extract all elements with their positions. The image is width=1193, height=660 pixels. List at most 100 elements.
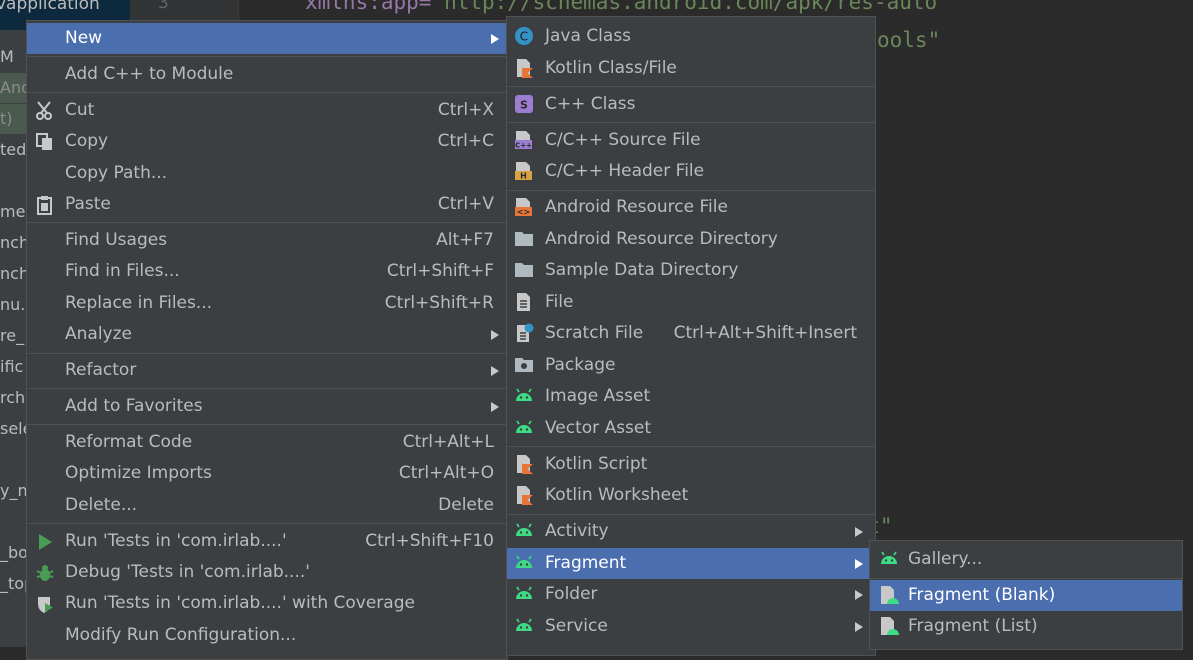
menu-item-label: Sample Data Directory <box>545 260 739 280</box>
menu-item-label: Modify Run Configuration... <box>65 624 297 645</box>
menu-item-label: Copy <box>65 131 109 152</box>
code-string: "http://schemas.android.com/apk/res-auto… <box>431 0 950 14</box>
menu-item-run-tests-in-com-irlab[interactable]: Run 'Tests in 'com.irlab....' Ctrl+Shift+… <box>27 526 507 557</box>
resource-file-icon: <> <box>514 197 534 217</box>
menu-item-label: Kotlin Script <box>545 453 648 474</box>
menu-separator <box>870 577 1182 579</box>
menu-item-label: C/C++ Header File <box>545 161 705 181</box>
submenu-arrow-icon <box>491 34 499 44</box>
kotlin-file-icon <box>514 58 534 78</box>
menu-item-label: New <box>65 28 103 48</box>
menu-item-shortcut: Ctrl+Shift+F10 <box>365 530 494 551</box>
menu-item-modify-run-configuration[interactable]: Modify Run Configuration... <box>27 620 507 651</box>
new-item-package[interactable]: Package <box>507 350 875 381</box>
menu-separator <box>507 122 875 123</box>
debug-icon <box>35 563 55 583</box>
android-icon <box>514 386 534 406</box>
submenu-arrow-icon <box>491 401 499 412</box>
android-icon <box>514 584 534 604</box>
new-item-service[interactable]: Service <box>507 611 875 642</box>
menu-item-copy[interactable]: Copy Ctrl+C <box>27 126 507 157</box>
menu-item-find-usages[interactable]: Find Usages Alt+F7 <box>27 225 507 256</box>
menu-item-shortcut: Ctrl+Shift+R <box>384 292 494 313</box>
menu-item-cut[interactable]: Cut Ctrl+X <box>27 95 507 126</box>
menu-item-optimize-imports[interactable]: Optimize Imports Ctrl+Alt+O <box>27 458 507 489</box>
cpp-header-icon: H <box>514 161 534 181</box>
menu-item-label: Copy Path... <box>65 162 168 183</box>
menu-separator <box>507 189 875 191</box>
menu-item-label: Fragment <box>545 552 627 573</box>
new-item-android-resource-directory[interactable]: Android Resource Directory <box>507 224 875 255</box>
svg-text:<>: <> <box>517 208 530 217</box>
menu-item-paste[interactable]: Paste Ctrl+V <box>27 189 507 220</box>
menu-item-analyze[interactable]: Analyze <box>27 319 507 350</box>
new-item-activity[interactable]: Activity <box>507 516 875 547</box>
menu-item-label: Refactor <box>65 360 137 380</box>
menu-item-add-to-favorites[interactable]: Add to Favorites <box>27 391 507 422</box>
svg-text:H: H <box>520 172 527 181</box>
menu-item-refactor[interactable]: Refactor <box>27 355 507 386</box>
new-item-fragment[interactable]: Fragment <box>507 547 875 579</box>
new-item-scratch-file[interactable]: Scratch File Ctrl+Alt+Shift+Insert <box>507 318 875 349</box>
menu-item-label: Android Resource Directory <box>545 228 778 249</box>
new-item-kotlin-worksheet[interactable]: Kotlin Worksheet <box>507 480 875 511</box>
context-menu: New Add C++ to Module Cut Ctrl+X Copy Ctrl+C C… <box>26 20 508 660</box>
menu-item-label: Kotlin Worksheet <box>545 485 689 505</box>
menu-separator <box>507 86 875 87</box>
new-item-sample-data-directory[interactable]: Sample Data Directory <box>507 255 875 286</box>
menu-item-label: Find in Files... <box>65 261 180 282</box>
new-item-kotlin-class-file[interactable]: Kotlin Class/File <box>507 53 875 84</box>
menu-item-label: Service <box>545 615 608 636</box>
submenu-arrow-icon <box>855 558 863 569</box>
fragment-item-gallery[interactable]: Gallery... <box>870 544 1182 575</box>
new-item-vector-asset[interactable]: Vector Asset <box>507 413 875 444</box>
menu-item-find-in-files[interactable]: Find in Files... Ctrl+Shift+F <box>27 256 507 287</box>
new-item-folder[interactable]: Folder <box>507 579 875 610</box>
menu-item-label: Android Resource File <box>545 197 728 217</box>
menu-item-label: Image Asset <box>545 386 651 406</box>
menu-item-label: Fragment (List) <box>908 616 1038 636</box>
fragment-submenu: Gallery... Fragment (Blank) Fragment (List… <box>869 540 1183 650</box>
menu-item-reformat-code[interactable]: Reformat Code Ctrl+Alt+L <box>27 427 507 458</box>
project-row-label: vapplication <box>0 0 100 14</box>
fragment-item-fragment-blank[interactable]: Fragment (Blank) <box>870 579 1182 611</box>
menu-item-label: Paste <box>65 194 111 214</box>
copy-icon <box>35 132 55 152</box>
code-attribute: xmlns:app= <box>305 0 432 14</box>
svg-text:S: S <box>520 98 528 111</box>
new-item-c-class[interactable]: S C++ Class <box>507 89 875 120</box>
new-item-c-c-source-file[interactable]: C++ C/C++ Source File <box>507 125 875 156</box>
menu-item-run-tests-in-com-irlab-with-coverage[interactable]: Run 'Tests in 'com.irlab....' with Cover… <box>27 588 507 619</box>
menu-item-shortcut: Ctrl+V <box>437 194 494 214</box>
new-item-file[interactable]: File <box>507 287 875 318</box>
new-item-c-c-header-file[interactable]: H C/C++ Header File <box>507 156 875 187</box>
menu-separator <box>27 388 507 390</box>
code-line: xmlns:app="http://schemas.android.com/ap… <box>305 0 950 14</box>
menu-item-replace-in-files[interactable]: Replace in Files... Ctrl+Shift+R <box>27 288 507 319</box>
menu-item-shortcut: Ctrl+X <box>437 99 494 120</box>
cpp-source-icon: C++ <box>514 130 534 150</box>
menu-item-label: Run 'Tests in 'com.irlab....' with Cover… <box>65 593 415 614</box>
submenu-arrow-icon <box>855 621 863 632</box>
fragment-icon <box>879 616 899 636</box>
menu-item-label: Find Usages <box>65 229 168 250</box>
fragment-icon <box>879 585 899 605</box>
run-icon <box>35 532 55 552</box>
scissors-icon <box>35 101 55 121</box>
menu-item-label: Replace in Files... <box>65 292 213 313</box>
menu-item-add-c-to-module[interactable]: Add C++ to Module <box>27 59 507 90</box>
fragment-item-fragment-list[interactable]: Fragment (List) <box>870 611 1182 642</box>
new-item-kotlin-script[interactable]: Kotlin Script <box>507 449 875 480</box>
new-item-java-class[interactable]: C Java Class <box>507 21 875 52</box>
menu-item-new[interactable]: New <box>27 23 507 54</box>
coverage-icon <box>35 594 55 614</box>
menu-item-label: Vector Asset <box>545 417 652 438</box>
menu-item-delete[interactable]: Delete... Delete <box>27 490 507 521</box>
new-item-android-resource-file[interactable]: <> Android Resource File <box>507 192 875 223</box>
menu-item-label: Add C++ to Module <box>65 63 234 84</box>
kotlin-worksheet-icon <box>514 485 534 505</box>
menu-item-label: Optimize Imports <box>65 463 212 484</box>
menu-item-copy-path[interactable]: Copy Path... <box>27 158 507 189</box>
new-item-image-asset[interactable]: Image Asset <box>507 381 875 412</box>
menu-item-debug-tests-in-com-irlab[interactable]: Debug 'Tests in 'com.irlab....' <box>27 557 507 588</box>
